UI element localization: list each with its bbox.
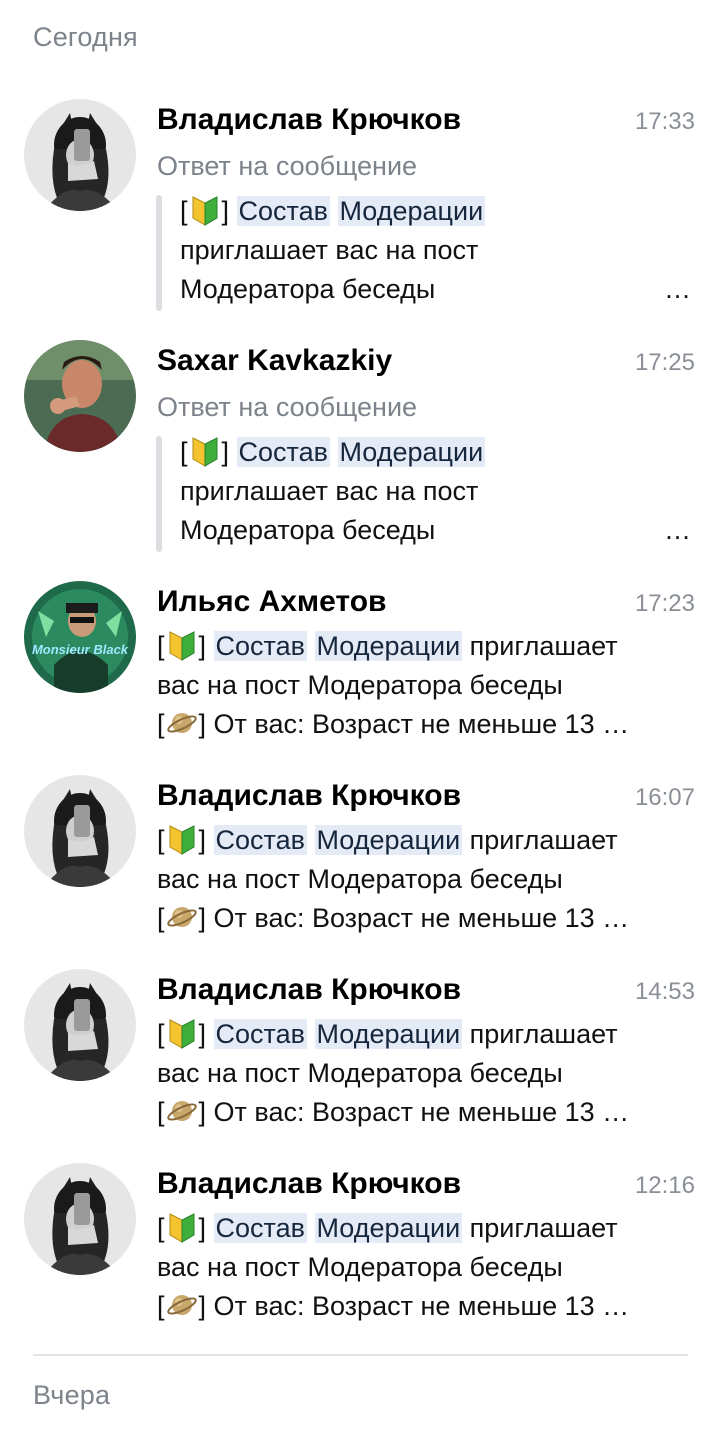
ellipsis: … (664, 515, 691, 545)
mention-link[interactable]: Модерации (314, 1019, 463, 1049)
message-preview[interactable]: [] Состав Модерации приглашает вас на по… (157, 821, 697, 938)
beginner-icon (190, 435, 220, 467)
mention-link[interactable]: Модерации (337, 437, 486, 467)
avatar-text: Monsieur Black (31, 642, 129, 657)
sender-name: Владислав Крючков (157, 1167, 462, 1200)
planet-icon (167, 1289, 197, 1321)
sender-name: Владислав Крючков (157, 779, 462, 812)
avatar[interactable] (24, 969, 136, 1081)
reply-label: Ответ на сообщение (157, 151, 418, 181)
mention-link[interactable]: Модерации (337, 196, 486, 226)
beginner-icon (190, 194, 220, 226)
message-time: 12:16 (634, 1172, 695, 1199)
beginner-icon (167, 1017, 197, 1049)
quoted-message[interactable]: [] Состав Модерации приглашает вас на по… (180, 433, 695, 550)
sender-name: Владислав Крючков (157, 103, 462, 136)
avatar[interactable] (24, 775, 136, 887)
beginner-icon (167, 823, 197, 855)
mention-link[interactable]: Модерации (314, 631, 463, 661)
avatar[interactable] (24, 1163, 136, 1275)
message-preview[interactable]: [] Состав Модерации приглашает вас на по… (157, 1015, 697, 1132)
sender-name: Владислав Крючков (157, 973, 462, 1006)
sender-name: Ильяс Ахметов (157, 585, 387, 618)
section-header-yesterday: Вчера (33, 1380, 111, 1410)
beginner-icon (167, 629, 197, 661)
mention-link[interactable]: Состав (213, 1019, 307, 1049)
mention-link[interactable]: Модерации (314, 1213, 463, 1243)
mention-link[interactable]: Состав (213, 1213, 307, 1243)
mention-link[interactable]: Состав (236, 196, 330, 226)
mention-link[interactable]: Состав (236, 437, 330, 467)
message-time: 17:25 (634, 349, 695, 376)
beginner-icon (167, 1211, 197, 1243)
sender-name: Saxar Kavkazkiy (157, 344, 393, 377)
message-time: 14:53 (634, 978, 695, 1005)
mention-link[interactable]: Состав (213, 631, 307, 661)
quoted-message[interactable]: [] Состав Модерации приглашает вас на по… (180, 192, 695, 309)
quote-bar (156, 195, 162, 311)
message-time: 17:33 (634, 108, 695, 135)
planet-icon (167, 707, 197, 739)
message-time: 16:07 (634, 784, 695, 811)
quote-bar (156, 436, 162, 552)
reply-label: Ответ на сообщение (157, 392, 418, 422)
avatar[interactable] (24, 99, 136, 211)
message-preview[interactable]: [] Состав Модерации приглашает вас на по… (157, 627, 697, 744)
mention-link[interactable]: Состав (213, 825, 307, 855)
mention-link[interactable]: Модерации (314, 825, 463, 855)
planet-icon (167, 1095, 197, 1127)
section-divider (33, 1354, 688, 1356)
section-header-today: Сегодня (33, 22, 138, 52)
planet-icon (167, 901, 197, 933)
ellipsis: … (664, 274, 691, 304)
avatar[interactable] (24, 340, 136, 452)
avatar[interactable]: Monsieur Black (24, 581, 136, 693)
message-time: 17:23 (634, 590, 695, 617)
message-preview[interactable]: [] Состав Модерации приглашает вас на по… (157, 1209, 697, 1326)
